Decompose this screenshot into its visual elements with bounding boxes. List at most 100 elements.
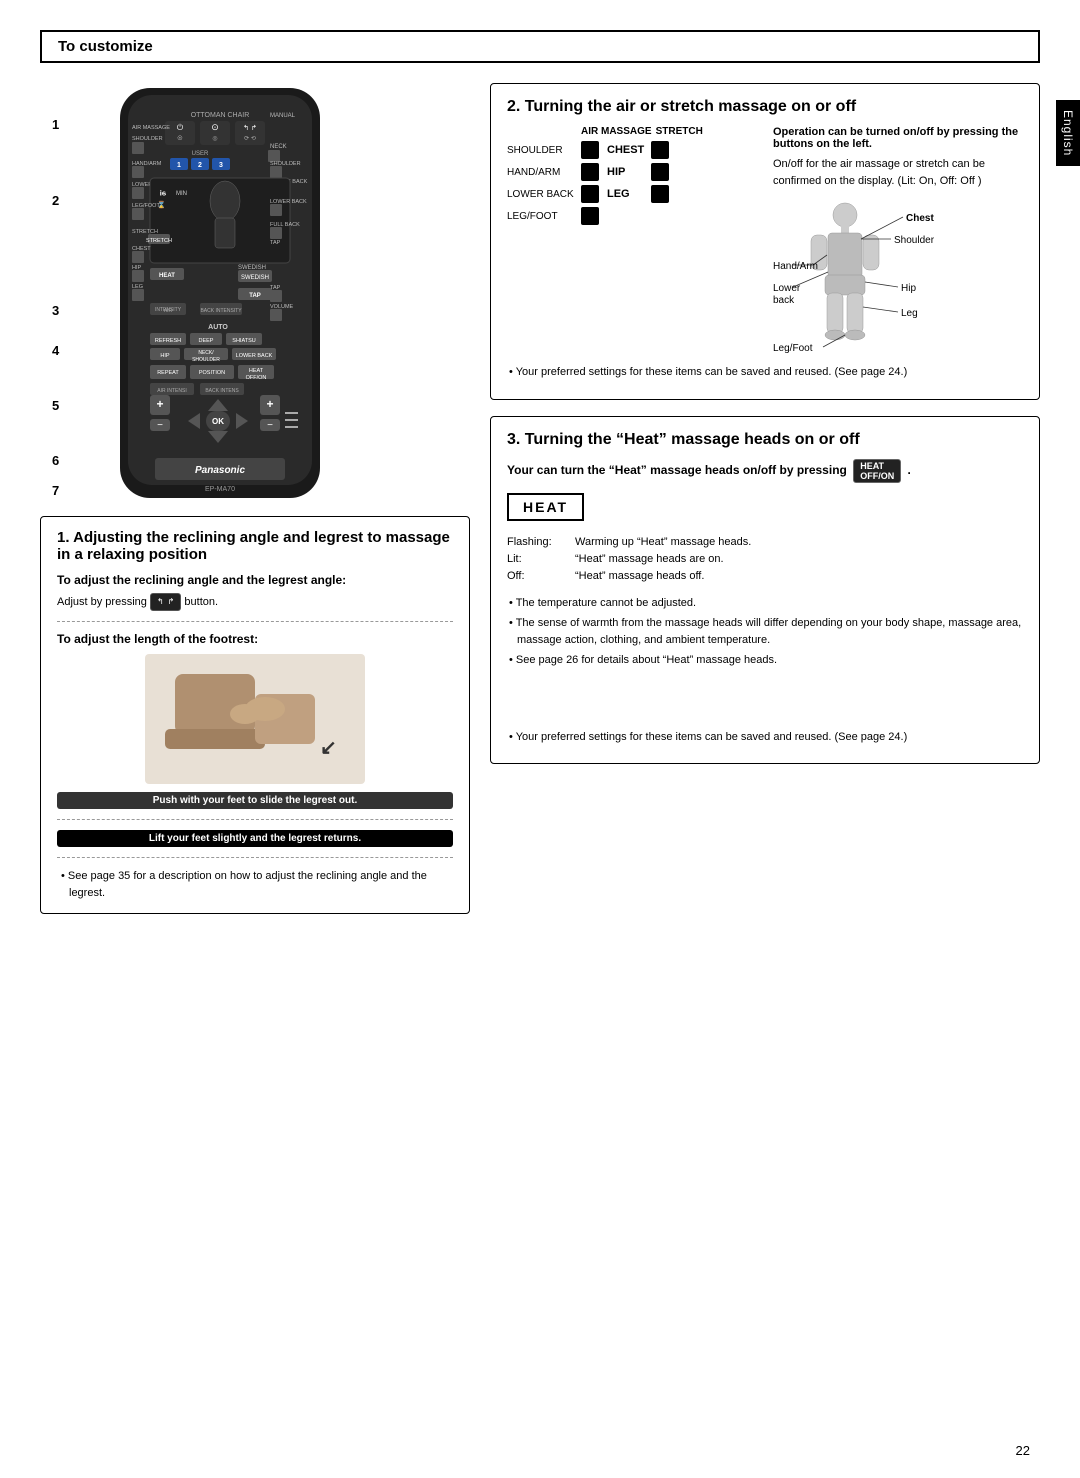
svg-text:AIR INTENSI: AIR INTENSI	[157, 388, 186, 394]
on-off-text: On/off for the air massage or stretch ca…	[773, 156, 1023, 189]
num-5: 5	[52, 398, 59, 413]
svg-text:Panasonic: Panasonic	[195, 465, 245, 476]
heat-row-1: Flashing: Warming up “Heat” massage head…	[507, 535, 1023, 550]
svg-text:Chest: Chest	[906, 213, 934, 224]
svg-text:↙: ↙	[320, 737, 337, 759]
svg-text:OK: OK	[212, 417, 224, 426]
num-3: 3	[52, 303, 59, 318]
section2-box: 2. Turning the air or stretch massage on…	[490, 83, 1040, 400]
body-diagram-svg: Chest Shoulder Hand/Arm Lower	[773, 197, 1013, 357]
svg-text:SHIATSU: SHIATSU	[232, 338, 255, 344]
svg-text:AUTO: AUTO	[208, 324, 228, 331]
page: English To customize 1 2 3 4 5 6 7	[0, 0, 1080, 1478]
left-column: 1 2 3 4 5 6 7 OTTOMAN CHAIR ⏻	[40, 83, 470, 930]
svg-text:◎: ◎	[212, 136, 217, 142]
svg-text:2: 2	[198, 162, 202, 169]
svg-text:HEAT: HEAT	[159, 273, 175, 279]
svg-text:↰ ↱: ↰ ↱	[243, 124, 257, 132]
svg-text:BACK INTENS: BACK INTENS	[205, 388, 239, 394]
am-header-row: AIR MASSAGE STRETCH	[507, 126, 757, 137]
section3-box: 3. Turning the “Heat” massage heads on o…	[490, 416, 1040, 765]
am-sq-handarm	[581, 163, 599, 181]
am-hip-label: HIP	[607, 166, 645, 178]
remote-svg: OTTOMAN CHAIR ⏻ ☉ ⊙ ◎ ↰ ↱ ⟳ ⟲ MANUAL NEC…	[70, 83, 470, 513]
svg-text:SHOULDER: SHOULDER	[132, 136, 163, 142]
svg-text:REFRESH: REFRESH	[155, 338, 181, 344]
footrest-image: ↙	[57, 654, 453, 784]
am-sq-hip	[651, 163, 669, 181]
heat-row-3: Off: “Heat” massage heads off.	[507, 569, 1023, 584]
footrest-svg: ↙	[145, 654, 365, 784]
heat-row-2: Lit: “Heat” massage heads are on.	[507, 552, 1023, 567]
svg-text:Leg: Leg	[901, 308, 918, 319]
footrest-label: To adjust the length of the footrest:	[57, 632, 453, 646]
svg-text:HEAT: HEAT	[249, 368, 264, 374]
am-leg-label: LEG	[607, 188, 645, 200]
svg-text:USER: USER	[192, 151, 209, 157]
svg-text:MANUAL: MANUAL	[270, 113, 296, 119]
am-row-2: HAND/ARM HIP	[507, 163, 757, 181]
svg-text:+: +	[266, 397, 273, 411]
lift-label-container: Lift your feet slightly and the legrest …	[57, 830, 453, 847]
svg-text:−: −	[157, 420, 163, 431]
note3: • See page 26 for details about “Heat” m…	[507, 652, 1023, 669]
side-tab: English	[1056, 100, 1080, 166]
section2-right: Operation can be turned on/off by pressi…	[773, 126, 1023, 360]
svg-text:⟳ ⟲: ⟳ ⟲	[244, 136, 256, 142]
main-layout: 1 2 3 4 5 6 7 OTTOMAN CHAIR ⏻	[40, 83, 1040, 930]
svg-text:DEEP: DEEP	[199, 338, 214, 344]
svg-text:SWEDISH: SWEDISH	[241, 275, 269, 281]
svg-text:STRETCH: STRETCH	[146, 238, 172, 244]
svg-text:⏻: ⏻	[177, 123, 184, 132]
svg-text:BACK INTENSITY: BACK INTENSITY	[200, 308, 242, 314]
num-2: 2	[52, 193, 59, 208]
section2-note: • Your preferred settings for these item…	[507, 364, 1023, 381]
num-7: 7	[52, 483, 59, 498]
right-column: 2. Turning the air or stretch massage on…	[490, 83, 1040, 930]
am-row-3: LOWER BACK LEG	[507, 185, 757, 203]
svg-text:back: back	[773, 295, 795, 306]
am-row-1: SHOULDER CHEST	[507, 141, 757, 159]
num-6: 6	[52, 453, 59, 468]
remote-diagram: 1 2 3 4 5 6 7 OTTOMAN CHAIR ⏻	[70, 83, 470, 516]
svg-text:EP-MA70: EP-MA70	[205, 486, 235, 493]
svg-text:HIP: HIP	[160, 353, 170, 359]
svg-text:Lower: Lower	[773, 283, 801, 294]
section1-box: 1. Adjusting the reclining angle and leg…	[40, 516, 470, 914]
ottoman-chair-buttons: ↰↱	[150, 593, 181, 611]
section3-notes: • The temperature cannot be adjusted. • …	[507, 595, 1023, 669]
push-label-container: Push with your feet to slide the legrest…	[57, 792, 453, 809]
section3-title: 3. Turning the “Heat” massage heads on o…	[507, 431, 1023, 449]
svg-text:OTTOMAN CHAIR: OTTOMAN CHAIR	[191, 112, 250, 119]
stretch-header: STRETCH	[656, 126, 703, 137]
svg-text:AIR MASSAGE: AIR MASSAGE	[132, 125, 170, 131]
svg-text:MIN: MIN	[176, 191, 187, 197]
am-label-shoulder: SHOULDER	[507, 145, 575, 156]
svg-text:TAP: TAP	[270, 240, 281, 246]
svg-text:Shoulder: Shoulder	[894, 235, 935, 246]
divider1	[57, 621, 453, 622]
svg-text:INTENSITY: INTENSITY	[155, 307, 182, 313]
divider2	[57, 819, 453, 820]
header-bar: To customize	[40, 30, 1040, 63]
adjust-by-pressing-text: Adjust by pressing ↰↱ button.	[57, 593, 453, 611]
section2-content: AIR MASSAGE STRETCH SHOULDER CHEST	[507, 126, 1023, 360]
am-chest-label: CHEST	[607, 144, 645, 156]
header-title: To customize	[58, 38, 153, 55]
body-diagram-container: Chest Shoulder Hand/Arm Lower	[773, 197, 1023, 360]
heat-table: Flashing: Warming up “Heat” massage head…	[507, 535, 1023, 585]
svg-text:Hand/Arm: Hand/Arm	[773, 261, 818, 272]
section3-bottom-note: • Your preferred settings for these item…	[507, 729, 1023, 746]
note2: • The sense of warmth from the massage h…	[507, 615, 1023, 648]
num-1: 1	[52, 117, 59, 132]
num-4: 4	[52, 343, 59, 358]
svg-text:SHOULDER: SHOULDER	[192, 357, 220, 363]
heat-badge: HEAT	[507, 493, 584, 521]
am-label-lowerback: LOWER BACK	[507, 189, 575, 200]
section2-text: AIR MASSAGE STRETCH SHOULDER CHEST	[507, 126, 757, 360]
am-label-legfoot: LEG/FOOT	[507, 211, 575, 222]
svg-text:1: 1	[177, 162, 181, 169]
am-label-handarm: HAND/ARM	[507, 167, 575, 178]
am-sq-lowerback	[581, 185, 599, 203]
svg-text:OFF/ON: OFF/ON	[246, 375, 267, 381]
